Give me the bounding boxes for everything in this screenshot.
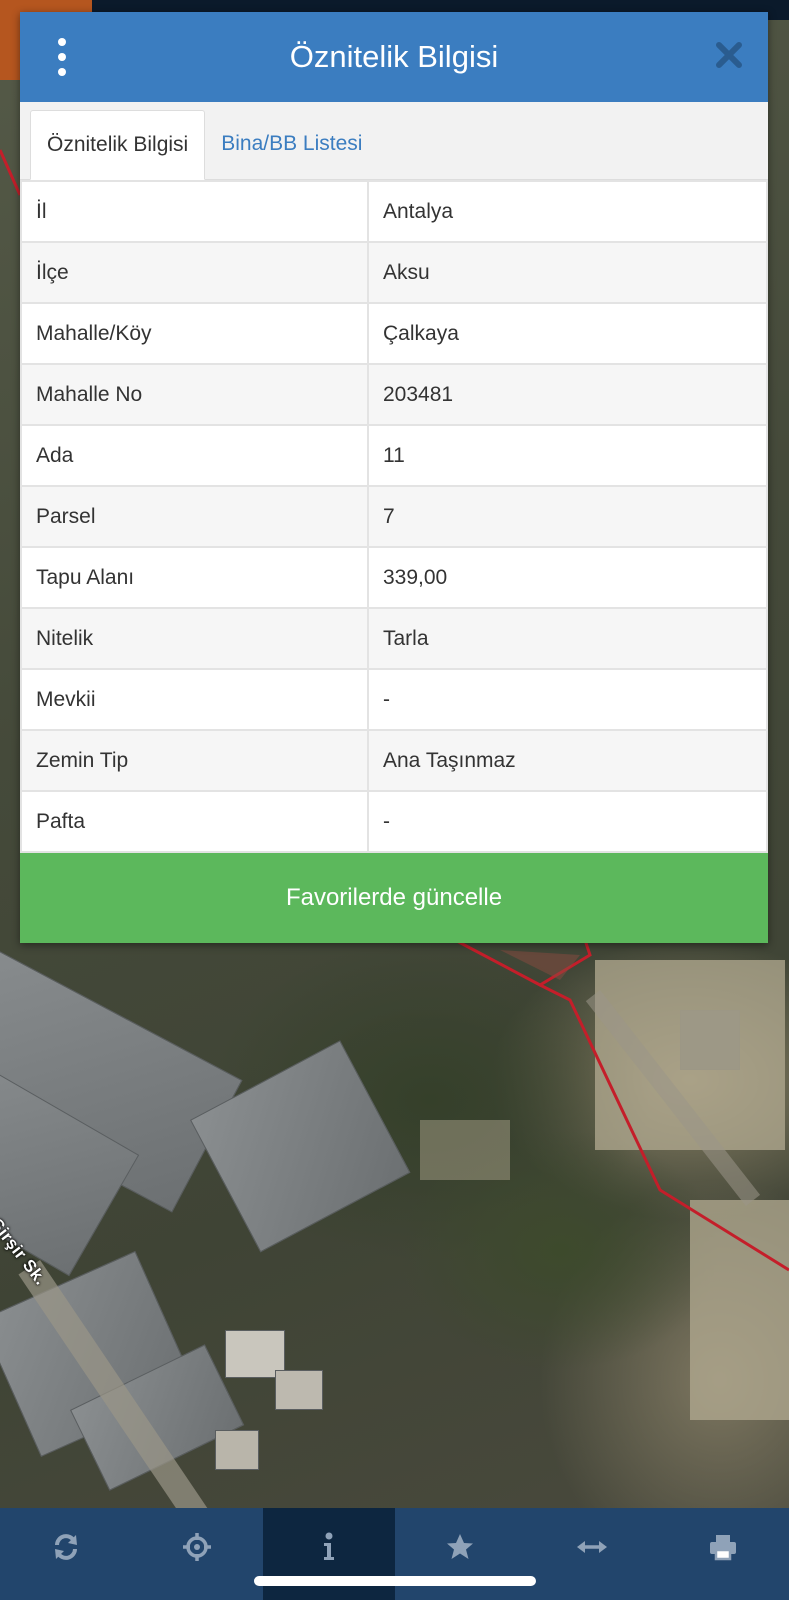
row-key: Mahalle No — [20, 363, 369, 426]
toolbar-print-button[interactable] — [658, 1508, 789, 1600]
attribute-panel: Öznitelik Bilgisi Öznitelik Bilgisi Bina… — [20, 12, 768, 943]
dot-icon — [58, 38, 66, 46]
row-key: Mahalle/Köy — [20, 302, 369, 365]
row-value: 203481 — [367, 363, 768, 426]
row-value: - — [367, 790, 768, 853]
row-key: Mevkii — [20, 668, 369, 731]
table-row: Pafta - — [20, 790, 768, 853]
locate-icon — [183, 1533, 212, 1561]
update-favorites-button[interactable]: Favorilerde güncelle — [20, 853, 768, 943]
table-row: Ada 11 — [20, 424, 768, 487]
row-key: Parsel — [20, 485, 369, 548]
toolbar-measure-button[interactable] — [526, 1508, 658, 1600]
home-indicator — [254, 1576, 536, 1586]
row-key: Zemin Tip — [20, 729, 369, 792]
toolbar-info-button[interactable] — [263, 1508, 395, 1600]
row-key: Ada — [20, 424, 369, 487]
row-value: 7 — [367, 485, 768, 548]
table-row: Parsel 7 — [20, 485, 768, 548]
table-row: Mahalle No 203481 — [20, 363, 768, 426]
info-icon — [323, 1532, 334, 1560]
row-key: Nitelik — [20, 607, 369, 670]
measure-icon — [576, 1541, 607, 1553]
table-row: Mahalle/Köy Çalkaya — [20, 302, 768, 365]
table-row: Tapu Alanı 339,00 — [20, 546, 768, 609]
bottom-toolbar — [0, 1508, 789, 1600]
menu-button[interactable] — [48, 38, 76, 76]
row-key: Tapu Alanı — [20, 546, 369, 609]
row-key: Pafta — [20, 790, 369, 853]
row-value: 11 — [367, 424, 768, 487]
row-key: İl — [20, 180, 369, 243]
row-value: Çalkaya — [367, 302, 768, 365]
table-row: Zemin Tip Ana Taşınmaz — [20, 729, 768, 792]
tab-bar: Öznitelik Bilgisi Bina/BB Listesi — [20, 102, 768, 180]
row-key: İlçe — [20, 241, 369, 304]
row-value: Ana Taşınmaz — [367, 729, 768, 792]
row-value: - — [367, 668, 768, 731]
close-icon — [716, 42, 742, 68]
star-icon — [447, 1534, 474, 1559]
row-value: Tarla — [367, 607, 768, 670]
dot-icon — [58, 53, 66, 61]
panel-title: Öznitelik Bilgisi — [289, 39, 499, 74]
attribute-table: İl Antalya İlçe Aksu Mahalle/Köy Çalkaya Ma… — [20, 180, 768, 853]
row-value: Antalya — [367, 180, 768, 243]
dot-icon — [58, 68, 66, 76]
panel-header: Öznitelik Bilgisi — [20, 12, 768, 102]
toolbar-refresh-button[interactable] — [0, 1508, 132, 1600]
close-button[interactable] — [714, 40, 744, 70]
row-value: 339,00 — [367, 546, 768, 609]
toolbar-favorites-button[interactable] — [395, 1508, 527, 1600]
tab-attribute-info[interactable]: Öznitelik Bilgisi — [30, 110, 206, 180]
print-icon — [710, 1535, 737, 1561]
table-row: İlçe Aksu — [20, 241, 768, 304]
table-row: Nitelik Tarla — [20, 607, 768, 670]
table-row: İl Antalya — [20, 180, 768, 243]
app-screen: Şirşir Sk. Öznitelik Bilgisi Öznitelik B… — [0, 0, 789, 1600]
tab-building-list[interactable]: Bina/BB Listesi — [205, 109, 378, 179]
refresh-icon — [54, 1534, 77, 1560]
row-value: Aksu — [367, 241, 768, 304]
table-row: Mevkii - — [20, 668, 768, 731]
toolbar-locate-button[interactable] — [132, 1508, 264, 1600]
